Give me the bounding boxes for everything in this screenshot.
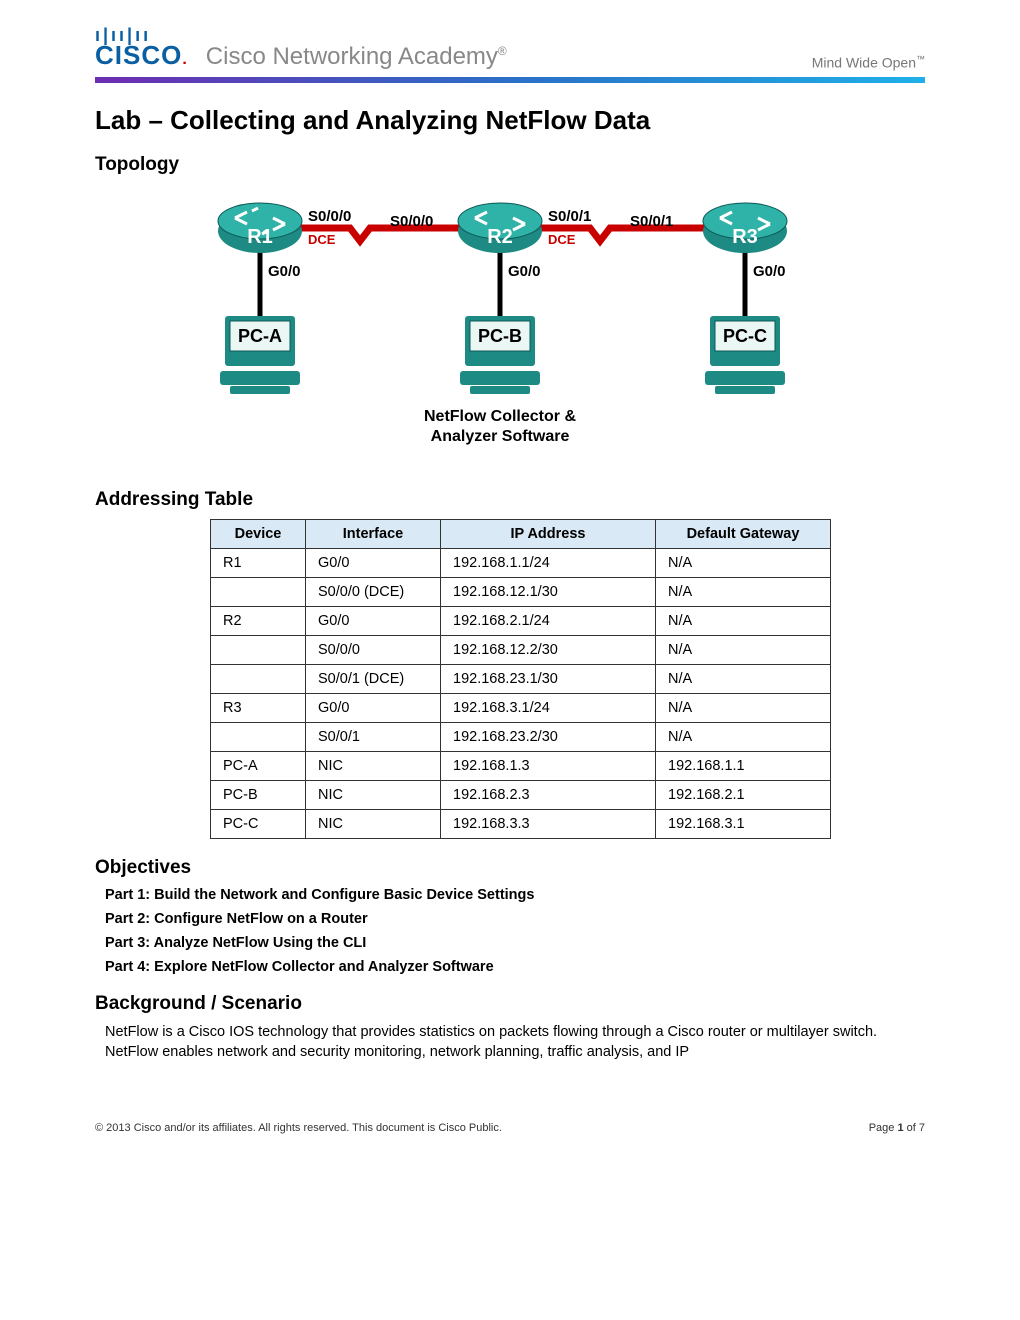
table-row: S0/0/0 (DCE)192.168.12.1/30N/A [211,578,831,607]
background-text: NetFlow is a Cisco IOS technology that p… [105,1023,925,1062]
topology-diagram: R1 R2 R3 PC-A [95,186,925,471]
router-icon: R1 [218,203,302,253]
section-addressing: Addressing Table [95,489,925,511]
footer-page: Page 1 of 7 [869,1122,925,1134]
svg-text:PC-B: PC-B [478,326,522,346]
svg-text:G0/0: G0/0 [753,263,786,280]
section-topology: Topology [95,154,925,176]
gradient-divider [95,77,925,83]
section-objectives: Objectives [95,857,925,879]
cisco-logo-icon: ı|ıı|ıı CISCO. [95,30,188,71]
svg-text:S0/0/1: S0/0/1 [548,208,591,225]
svg-text:DCE: DCE [308,232,336,247]
table-row: PC-CNIC192.168.3.3192.168.3.1 [211,810,831,839]
table-row: R2G0/0192.168.2.1/24N/A [211,607,831,636]
table-row: S0/0/1192.168.23.2/30N/A [211,723,831,752]
section-background: Background / Scenario [95,993,925,1015]
router-icon: R2 [458,203,542,253]
svg-text:R3: R3 [732,226,758,248]
footer-copyright: © 2013 Cisco and/or its affiliates. All … [95,1122,502,1134]
brand: ı|ıı|ıı CISCO. Cisco Networking Academy® [95,30,507,71]
table-row: S0/0/1 (DCE)192.168.23.1/30N/A [211,665,831,694]
svg-text:G0/0: G0/0 [508,263,541,280]
svg-text:DCE: DCE [548,232,576,247]
pc-icon: PC-C [705,316,785,394]
objective-item: Part 4: Explore NetFlow Collector and An… [105,959,925,975]
svg-text:NetFlow Collector &: NetFlow Collector & [424,408,576,425]
table-row: S0/0/0192.168.12.2/30N/A [211,636,831,665]
svg-text:PC-A: PC-A [238,326,282,346]
pc-icon: PC-B [460,316,540,394]
objective-item: Part 1: Build the Network and Configure … [105,887,925,903]
svg-text:G0/0: G0/0 [268,263,301,280]
page-title: Lab – Collecting and Analyzing NetFlow D… [95,105,925,136]
svg-text:R1: R1 [247,226,273,248]
table-header: Interface [306,520,441,549]
router-icon: R3 [703,203,787,253]
svg-text:S0/0/1: S0/0/1 [630,213,673,230]
table-header: Default Gateway [656,520,831,549]
svg-text:S0/0/0: S0/0/0 [308,208,351,225]
table-row: R3G0/0192.168.3.1/24N/A [211,694,831,723]
svg-text:PC-C: PC-C [723,326,767,346]
svg-text:S0/0/0: S0/0/0 [390,213,433,230]
table-row: R1G0/0192.168.1.1/24N/A [211,549,831,578]
svg-text:R2: R2 [487,226,513,248]
tagline: Mind Wide Open™ [812,54,925,71]
objective-item: Part 2: Configure NetFlow on a Router [105,911,925,927]
objectives-list: Part 1: Build the Network and Configure … [105,887,925,975]
table-row: PC-ANIC192.168.1.3192.168.1.1 [211,752,831,781]
addressing-table: DeviceInterfaceIP AddressDefault Gateway… [210,519,831,839]
svg-text:Analyzer Software: Analyzer Software [431,428,570,445]
page-footer: © 2013 Cisco and/or its affiliates. All … [95,1122,925,1134]
page-header: ı|ıı|ıı CISCO. Cisco Networking Academy®… [95,30,925,77]
table-row: PC-BNIC192.168.2.3192.168.2.1 [211,781,831,810]
table-header: Device [211,520,306,549]
academy-name: Cisco Networking Academy® [206,43,507,71]
objective-item: Part 3: Analyze NetFlow Using the CLI [105,935,925,951]
pc-icon: PC-A [220,316,300,394]
table-header: IP Address [441,520,656,549]
